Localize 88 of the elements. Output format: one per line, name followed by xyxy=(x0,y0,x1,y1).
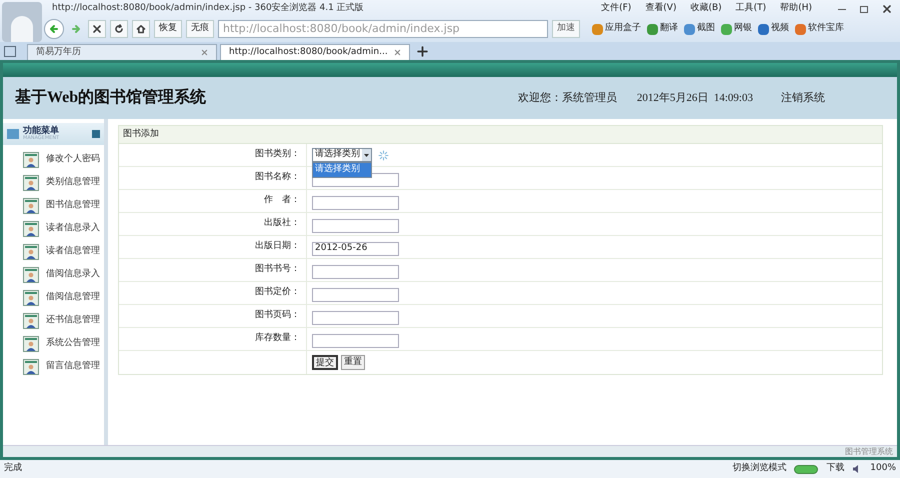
browser-tab[interactable]: http://localhost:8080/book/admin... xyxy=(220,44,410,60)
user-icon xyxy=(23,336,39,352)
toolbar-app-button[interactable]: 应用盒子 xyxy=(592,22,641,36)
menu-item[interactable]: 查看(V) xyxy=(645,2,676,16)
field-label: 出版日期： xyxy=(255,240,300,254)
user-icon xyxy=(23,313,39,329)
field-label: 图书页码： xyxy=(255,309,300,322)
text-field[interactable] xyxy=(312,219,399,233)
sidebar-item[interactable]: 读者信息管理 xyxy=(46,245,100,259)
user-icon xyxy=(23,244,39,260)
incognito-button[interactable]: 无痕 xyxy=(186,20,214,38)
user-icon xyxy=(23,221,39,237)
window-title: http://localhost:8080/book/admin/index.jsp - 360安全浏览器 4.1 正式版 xyxy=(52,2,364,16)
text-field[interactable] xyxy=(312,196,399,210)
field-label: 图书定价： xyxy=(255,286,300,300)
browser-tab[interactable]: 简易万年历 xyxy=(27,44,217,60)
sidebar-item[interactable]: 修改个人密码 xyxy=(46,153,100,167)
text-field[interactable] xyxy=(312,288,399,302)
sidebar-item[interactable]: 类别信息管理 xyxy=(46,176,100,190)
form-button[interactable]: 提交 xyxy=(312,355,338,370)
minimize-icon[interactable] xyxy=(838,8,846,10)
sidebar-item[interactable]: 图书信息管理 xyxy=(46,199,100,213)
field-label: 出版社： xyxy=(264,217,300,230)
refresh-button[interactable] xyxy=(110,20,128,38)
new-tab-button[interactable] xyxy=(417,46,428,57)
sidebar-title: 功能菜单 xyxy=(23,127,60,136)
user-icon xyxy=(23,198,39,214)
logout-link[interactable]: 注销系统 xyxy=(781,90,825,106)
field-label: 图书书号： xyxy=(255,263,300,276)
home-button[interactable] xyxy=(132,20,150,38)
category-select[interactable]: 请选择类别 xyxy=(312,148,372,162)
close-icon[interactable] xyxy=(882,4,892,14)
footer-text: 图书管理系统 xyxy=(845,446,893,458)
user-icon xyxy=(23,359,39,375)
toolbar-app-button[interactable]: 翻译 xyxy=(647,22,678,36)
download-button[interactable]: 下载 xyxy=(826,462,844,476)
toggle-icon xyxy=(794,464,818,474)
menu-icon xyxy=(7,129,19,139)
plus-icon xyxy=(417,46,428,57)
toolbar-app-button[interactable]: 视频 xyxy=(758,22,789,36)
user-icon xyxy=(23,175,39,191)
stop-button[interactable] xyxy=(88,20,106,38)
text-field[interactable]: 2012-05-26 xyxy=(312,242,399,256)
field-label: 图书类别： xyxy=(255,148,300,162)
browse-mode-button[interactable]: 切换浏览模式 xyxy=(732,462,786,476)
text-field[interactable] xyxy=(312,334,399,348)
text-field[interactable] xyxy=(312,311,399,325)
field-label: 库存数量： xyxy=(255,332,300,346)
sidebar-item[interactable]: 留言信息管理 xyxy=(46,360,100,374)
sidebar-toggle-icon[interactable] xyxy=(4,46,16,57)
field-label: 作 者： xyxy=(264,194,300,208)
text-field[interactable] xyxy=(312,265,399,279)
loading-icon xyxy=(378,150,389,160)
menu-item[interactable]: 帮助(H) xyxy=(780,2,812,16)
speed-button[interactable]: 加速 xyxy=(552,20,580,38)
datetime-text: 2012年5月26日 14:09:03 xyxy=(636,90,753,106)
restore-button[interactable]: 恢复 xyxy=(154,20,182,38)
status-text: 完成 xyxy=(4,462,22,476)
zoom-button[interactable]: 100% xyxy=(870,462,896,476)
menu-item[interactable]: 收藏(B) xyxy=(690,2,722,16)
menu-item[interactable]: 工具(T) xyxy=(736,2,766,16)
caret-icon xyxy=(364,154,369,156)
avatar-icon xyxy=(2,2,42,42)
sidebar-item[interactable]: 借阅信息录入 xyxy=(46,268,100,282)
sidebar-item[interactable]: 系统公告管理 xyxy=(46,337,100,351)
toolbar-app-button[interactable]: 截图 xyxy=(684,22,715,36)
sidebar-item[interactable]: 读者信息录入 xyxy=(46,222,100,236)
sidebar-item[interactable]: 还书信息管理 xyxy=(46,314,100,328)
dropdown-option[interactable]: 请选择类别 xyxy=(313,163,371,176)
close-icon xyxy=(92,24,102,34)
welcome-text: 欢迎您：系统管理员 xyxy=(518,90,617,106)
refresh-icon xyxy=(114,24,124,34)
toolbar-app-button[interactable]: 软件宝库 xyxy=(795,22,844,36)
app-title: 基于Web的图书馆管理系统 xyxy=(15,87,206,108)
form-title: 图书添加 xyxy=(119,126,882,144)
form-button[interactable]: 重置 xyxy=(341,355,365,370)
arrow-right-icon xyxy=(71,24,81,34)
user-icon xyxy=(23,152,39,168)
menu-item[interactable]: 文件(F) xyxy=(601,2,632,16)
maximize-icon[interactable] xyxy=(860,6,868,12)
back-button[interactable] xyxy=(44,19,64,39)
toolbar-app-button[interactable]: 网银 xyxy=(721,22,752,36)
user-icon xyxy=(23,267,39,283)
sidebar-item[interactable]: 借阅信息管理 xyxy=(46,291,100,305)
field-label: 图书名称： xyxy=(255,171,300,184)
home-icon xyxy=(136,24,146,34)
arrow-left-icon xyxy=(49,24,59,34)
user-icon xyxy=(23,290,39,306)
